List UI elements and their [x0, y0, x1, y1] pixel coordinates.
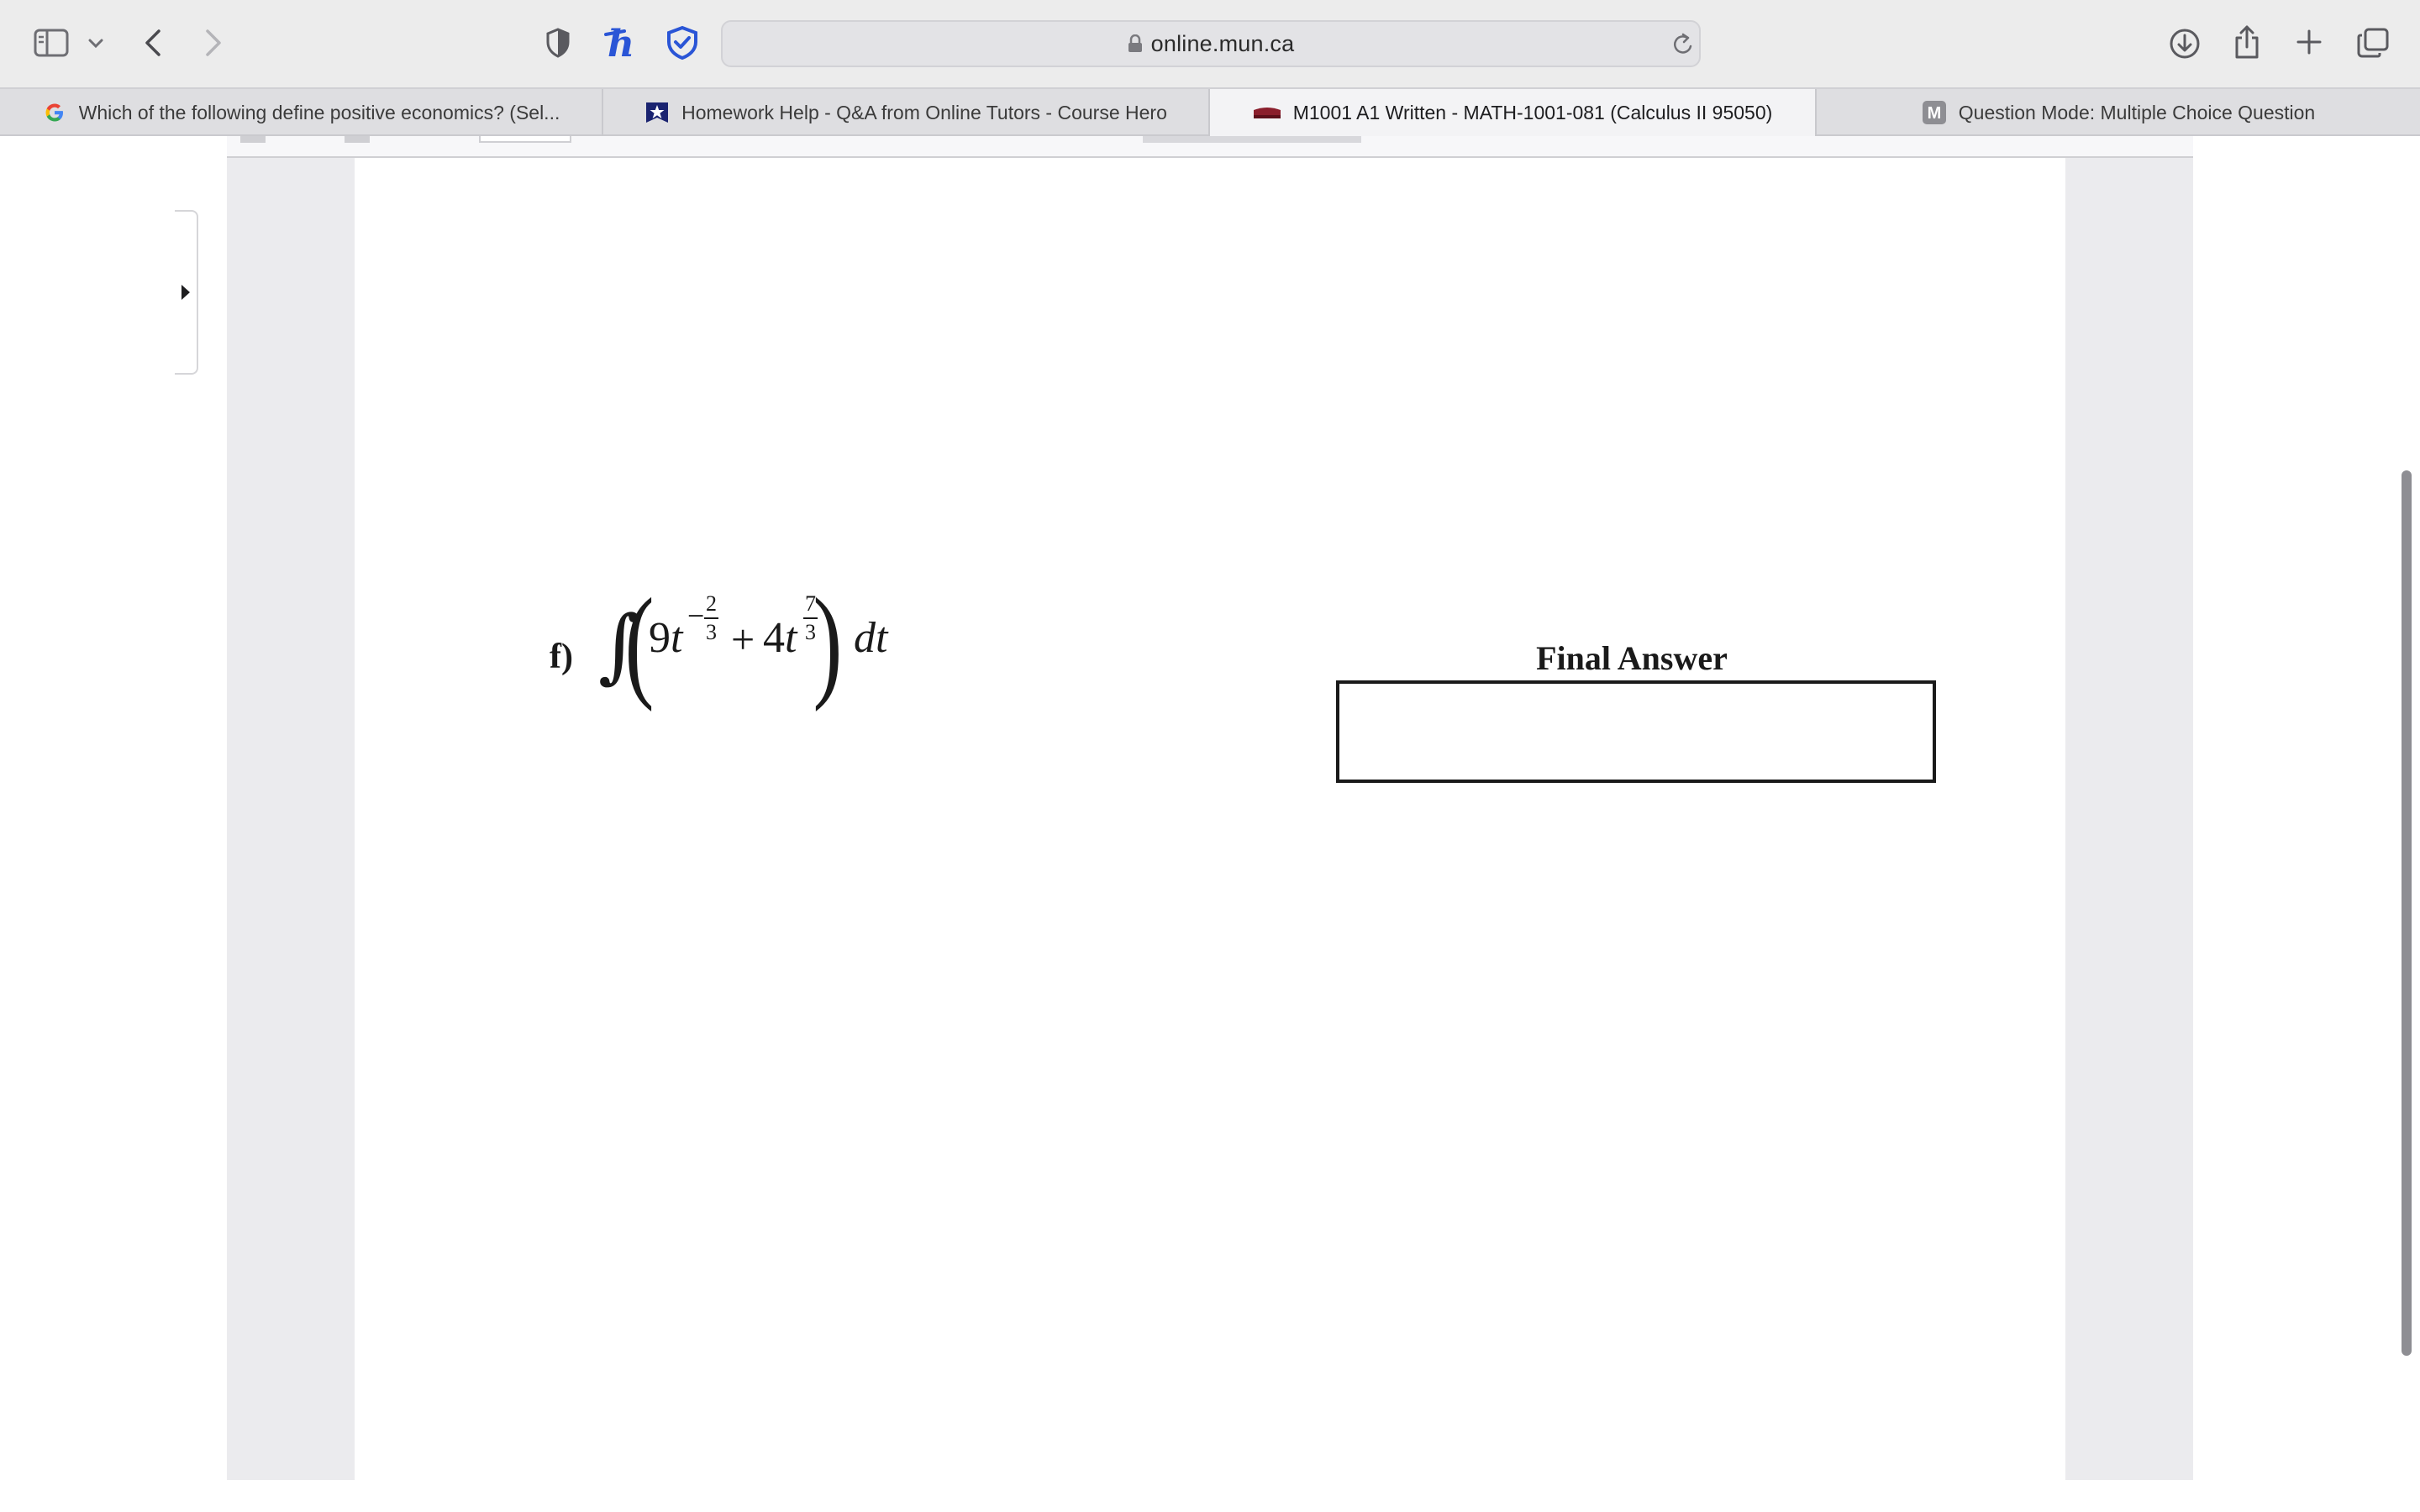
term-one-coefficient: 9 [649, 614, 671, 662]
tab-m1001-a1-written[interactable]: M1001 A1 Written - MATH-1001-081 (Calcul… [1210, 89, 1817, 136]
forward-icon[interactable] [198, 24, 229, 62]
plus-operator: + [731, 616, 755, 663]
svg-text:h: h [608, 23, 634, 61]
svg-text:M: M [1927, 104, 1941, 123]
h-extension-icon[interactable]: h [602, 20, 640, 64]
mun-icon [1253, 100, 1281, 125]
share-icon[interactable] [2230, 22, 2264, 62]
download-icon[interactable] [2166, 25, 2203, 62]
pdf-page [355, 158, 2065, 1480]
tab-google-search[interactable]: Which of the following define positive e… [0, 89, 603, 136]
term-one-variable: t [671, 614, 683, 662]
reload-icon[interactable] [1669, 30, 1697, 59]
vertical-scrollbar[interactable] [2402, 470, 2412, 1356]
fraction-numerator: 2 [704, 593, 718, 619]
problem-label: f) [550, 638, 573, 676]
back-icon[interactable] [138, 24, 168, 62]
fraction-denominator: 3 [706, 620, 717, 644]
tab-label: Which of the following define positive e… [78, 101, 560, 123]
term-two-coefficient: 4 [763, 614, 785, 662]
term-one-exponent-sign: − [687, 599, 705, 633]
term-two-variable: t [785, 614, 797, 662]
pdf-toolbar-fragment [240, 136, 266, 143]
tab-label: M1001 A1 Written - MATH-1001-081 (Calcul… [1292, 101, 1773, 123]
course-hero-icon [644, 100, 670, 125]
chevron-down-icon[interactable] [84, 32, 108, 55]
zoom-select[interactable] [1143, 136, 1361, 143]
url-text: online.mun.ca [1150, 30, 1295, 56]
plus-icon[interactable] [2292, 25, 2326, 59]
tabs-overview-icon[interactable] [2354, 25, 2391, 60]
m-icon: M [1922, 100, 1947, 125]
term-two-base: 4t [763, 613, 797, 663]
browser-toolbar: h online.mun.ca [0, 0, 2420, 87]
tab-label: Homework Help - Q&A from Online Tutors -… [681, 101, 1167, 123]
tab-label: Question Mode: Multiple Choice Question [1958, 101, 2316, 123]
differential: dt [854, 613, 887, 663]
tab-question-mode[interactable]: M Question Mode: Multiple Choice Questio… [1817, 89, 2420, 136]
right-paren: ) [813, 573, 843, 712]
pdf-toolbar-fragment [345, 136, 370, 143]
shield-check-icon[interactable] [664, 24, 701, 62]
sidebar-icon[interactable] [32, 25, 71, 60]
shield-half-icon[interactable] [543, 25, 573, 60]
tab-course-hero[interactable]: Homework Help - Q&A from Online Tutors -… [603, 89, 1210, 136]
term-one-base: 9t [649, 613, 682, 663]
page-number-input[interactable] [479, 136, 571, 143]
caret-right-icon [182, 285, 190, 300]
google-icon [42, 100, 67, 125]
address-bar[interactable]: online.mun.ca [721, 20, 1701, 67]
lock-icon [1128, 34, 1143, 53]
final-answer-label: Final Answer [1536, 639, 1728, 677]
pdf-toolbar-cutoff [227, 136, 2193, 158]
sidebar-toggle-button[interactable] [175, 210, 198, 375]
final-answer-box[interactable] [1336, 680, 1936, 783]
tab-bar: Which of the following define positive e… [0, 87, 2420, 136]
term-one-exponent-fraction: 2 3 [704, 593, 718, 643]
differential-text: dt [854, 614, 888, 662]
